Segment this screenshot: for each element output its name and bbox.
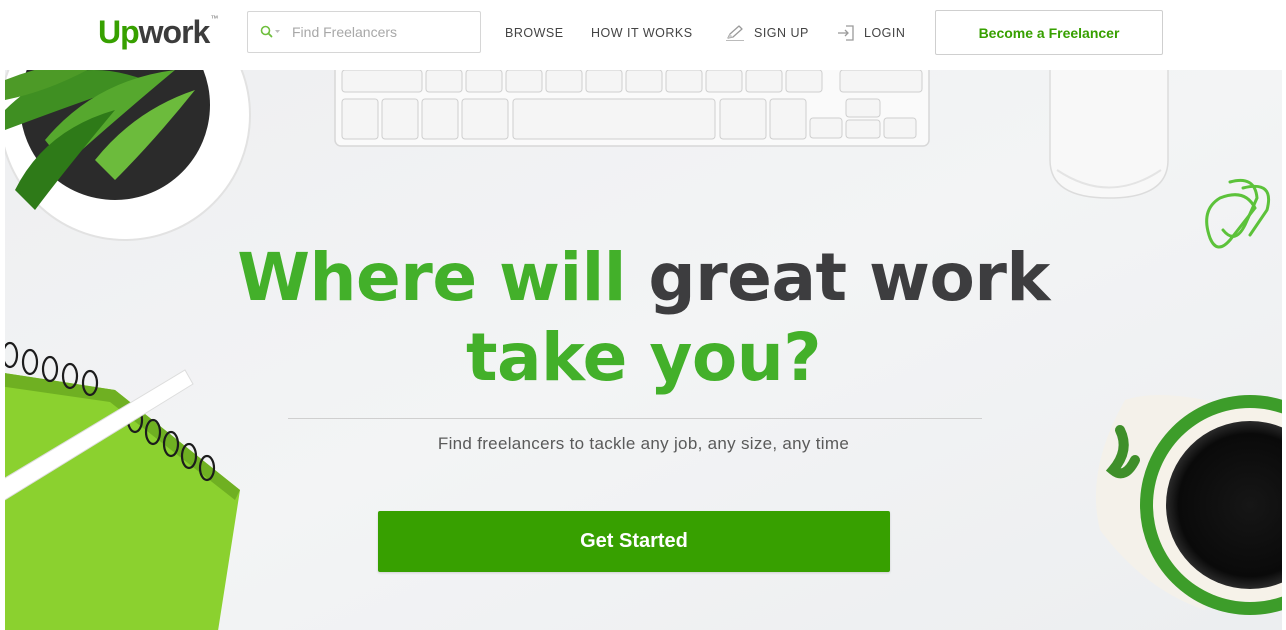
headline-line-1: Where will great work — [5, 238, 1282, 318]
headline-line-2: take you? — [5, 318, 1282, 398]
logo-work-text: work — [138, 14, 211, 50]
headline-dark-text: great work — [648, 239, 1050, 316]
search-box[interactable] — [247, 11, 481, 53]
search-icon[interactable] — [260, 25, 286, 39]
hero-section: Where will great work take you? Find fre… — [5, 70, 1282, 630]
search-input[interactable] — [290, 23, 474, 41]
logo-trademark: ™ — [210, 14, 218, 23]
nav-how-it-works[interactable]: HOW IT WORKS — [591, 0, 693, 66]
upwork-logo[interactable]: Up work ™ — [98, 12, 218, 52]
nav-login[interactable]: LOGIN — [836, 0, 905, 66]
hero-divider — [288, 418, 982, 419]
page: Upwork™ BROWSE HOW IT WORKS — [0, 0, 1286, 630]
top-navigation-bar: Upwork™ BROWSE HOW IT WORKS — [0, 0, 1286, 68]
hero-subtitle: Find freelancers to tackle any job, any … — [437, 434, 850, 453]
headline-green-text-2: take you? — [465, 319, 822, 396]
nav-sign-up[interactable]: SIGN UP — [724, 0, 809, 66]
become-freelancer-button[interactable]: Become a Freelancer — [935, 10, 1163, 55]
nav-login-label: LOGIN — [864, 26, 906, 40]
hero-headline: Where will great work take you? — [5, 238, 1282, 398]
mouse-image — [1049, 70, 1169, 199]
headline-green-text: Where will — [237, 239, 626, 316]
nav-how-it-works-label: HOW IT WORKS — [591, 26, 693, 40]
keyboard-image — [334, 70, 930, 147]
pencil-icon — [724, 24, 746, 42]
login-icon — [836, 24, 856, 42]
nav-sign-up-label: SIGN UP — [754, 26, 809, 40]
nav-browse-label: BROWSE — [505, 26, 564, 40]
get-started-button[interactable]: Get Started — [378, 511, 890, 572]
logo-up-text: Up — [98, 14, 140, 50]
nav-browse[interactable]: BROWSE — [505, 0, 564, 66]
